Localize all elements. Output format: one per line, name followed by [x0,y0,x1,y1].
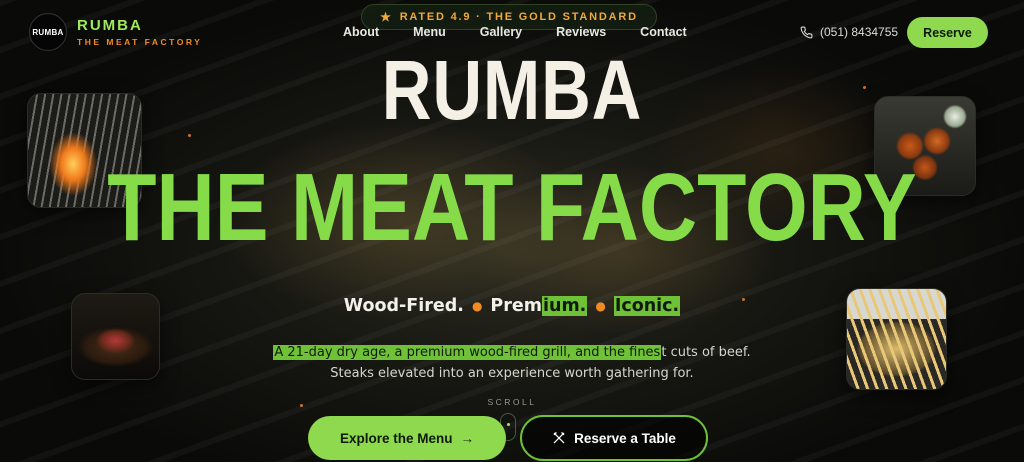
scroll-label: SCROLL [487,397,537,407]
nav-link-contact[interactable]: Contact [640,25,687,39]
hero-description: A 21-day dry age, a premium wood-fired g… [262,342,762,384]
explore-menu-button[interactable]: Explore the Menu → [308,416,506,460]
nav-link-about[interactable]: About [343,25,379,39]
logo[interactable]: RUMBA RUMBA THE MEAT FACTORY [29,13,202,51]
explore-menu-label: Explore the Menu [339,430,453,446]
description-highlight: A 21-day dry age, a premium wood-fired g… [273,345,662,360]
dot-separator: ● [595,299,606,313]
nav-link-gallery[interactable]: Gallery [480,25,522,39]
arrow-right-icon: → [460,430,475,446]
nav-link-menu[interactable]: Menu [413,25,446,39]
reserve-button[interactable]: Reserve [907,17,988,48]
tagline-part2-highlight: ium. [541,296,588,316]
reserve-table-label: Reserve a Table [574,430,676,446]
tagline-part2: Prem [490,296,542,316]
star-icon: ★ [380,10,393,24]
tagline-part3: Iconic. [613,296,681,316]
hero-subtitle: THE MEAT FACTORY [107,154,917,261]
logo-badge: RUMBA [29,13,67,51]
phone-number: (051) 8434755 [820,25,899,39]
main-nav: About Menu Gallery Reviews Contact [343,25,721,39]
reserve-table-button[interactable]: Reserve a Table [520,415,708,461]
phone-icon [800,26,813,38]
brand-subtitle: THE MEAT FACTORY [77,37,203,47]
phone-link[interactable]: (051) 8434755 [800,25,898,39]
rating-text: RATED 4.9 · THE GOLD STANDARD [399,11,638,23]
tagline-part1: Wood-Fired. [343,296,464,316]
hero-tagline: Wood-Fired. ● Premium. ● Iconic. [0,296,1024,316]
hero-title: RUMBA [381,43,643,137]
ember [188,134,191,137]
nav-link-reviews[interactable]: Reviews [556,25,606,39]
utensils-icon [553,432,565,444]
brand-name: RUMBA [77,17,143,34]
dot-separator: ● [471,299,483,313]
